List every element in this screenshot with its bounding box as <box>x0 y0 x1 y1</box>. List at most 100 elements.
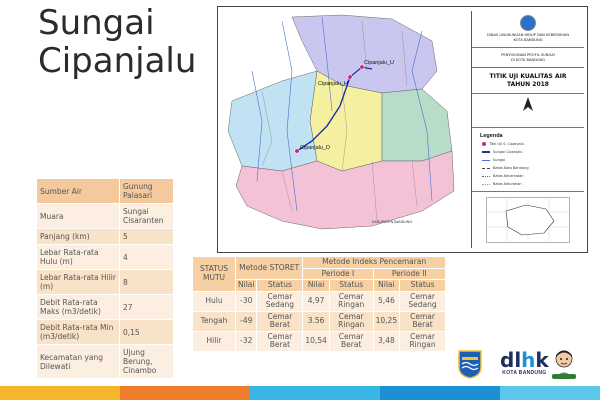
mascot-icon <box>552 350 576 379</box>
table-row: Sumber Air Gunung Palasari <box>36 178 174 204</box>
page-title: Sungai Cipanjalu <box>38 4 196 80</box>
legend-title: Legenda <box>480 133 503 139</box>
info-value: Gunung Palasari <box>119 178 174 204</box>
map-legend-panel: DINAS LINGKUNGAN HIDUP DAN KEBERSIHAN KO… <box>471 11 584 248</box>
p2-status: Cemar Ringan <box>399 330 446 352</box>
pollution-status-table: STATUS MUTU Metode STORET Metode Indeks … <box>192 256 447 352</box>
info-key: Panjang (km) <box>36 228 120 245</box>
table-row: Debit Rata-rata Min (m3/detik) 0,15 <box>36 319 174 345</box>
dlhk-wordmark: dlhk <box>500 348 549 372</box>
info-key: Lebar Rata-rata Hilir (m) <box>36 269 120 295</box>
point-label-u: Cipanjalu_U <box>364 60 394 66</box>
table-row: Hilir -32 Cemar Berat 10,54 Cemar Berat … <box>192 330 446 352</box>
point-label-h: Cipanjalu_H <box>318 81 348 87</box>
north-arrow-icon <box>523 97 533 111</box>
info-key: Lebar Rata-rata Hulu (m) <box>36 244 120 270</box>
info-key: Kecamatan yang Dilewati <box>36 344 120 379</box>
table-header-row: STATUS MUTU Metode STORET Metode Indeks … <box>192 256 446 292</box>
legend-village-border-icon <box>482 183 490 185</box>
map-main-title-line1: TITIK UJI KUALITAS AIR <box>489 73 567 80</box>
header-status-col: Status <box>399 279 446 292</box>
table-row: Muara Sungai Cisaranten <box>36 203 174 229</box>
p1-status: Cemar Berat <box>328 330 374 352</box>
info-value: 8 <box>119 269 174 295</box>
table-row: Panjang (km) 5 <box>36 228 174 245</box>
info-value: Ujung Berung, Cinambo <box>119 344 174 379</box>
legend-district-border-icon <box>482 175 490 177</box>
table-row: Hulu -30 Cemar Sedang 4,97 Cemar Ringan … <box>192 290 446 312</box>
row-name: Tengah <box>192 310 236 332</box>
info-key: Debit Rata-rata Maks (m3/detik) <box>36 294 120 320</box>
dlhk-logo: dlhk KOTA BANDUNG <box>500 350 549 376</box>
legend-river-main-icon <box>482 151 490 153</box>
info-key: Sumber Air <box>36 178 120 204</box>
point-label-d: Cipanjalu_D <box>300 145 330 151</box>
title-line-1: Sungai <box>38 3 155 43</box>
legend-item: Batas Kecamatan <box>482 174 524 178</box>
map-header-line2: KOTA BANDUNG <box>513 38 543 42</box>
p2-value: 3,48 <box>372 330 401 352</box>
header-nilai: Nilai <box>302 279 330 292</box>
storet-status: Cemar Berat <box>256 310 304 332</box>
legend-item: Sungai <box>482 158 505 162</box>
header-status: STATUS MUTU <box>192 256 236 292</box>
legend-item: Batas Kota Bandung <box>482 166 529 170</box>
table-row: Kecamatan yang Dilewati Ujung Berung, Ci… <box>36 344 174 379</box>
storet-status: Cemar Sedang <box>256 290 304 312</box>
p2-value: 5,46 <box>372 290 401 312</box>
header-period-1: Periode I <box>302 267 374 280</box>
info-value: 4 <box>119 244 174 270</box>
map-canvas: Cipanjalu_H Cipanjalu_U Cipanjalu_D KABU… <box>222 11 470 249</box>
p2-value: 10,25 <box>372 310 401 332</box>
p1-value: 3.56 <box>302 310 330 332</box>
sample-point-h <box>347 74 353 80</box>
storet-value: -30 <box>234 290 258 312</box>
table-row: Debit Rata-rata Maks (m3/detik) 27 <box>36 294 174 320</box>
storet-value: -49 <box>234 310 258 332</box>
legend-river-icon <box>482 159 490 161</box>
legend-point-icon <box>482 142 486 146</box>
table-row: Lebar Rata-rata Hilir (m) 8 <box>36 269 174 295</box>
storet-status: Cemar Berat <box>256 330 304 352</box>
table-row: Tengah -49 Cemar Berat 3.56 Cemar Ringan… <box>192 310 446 332</box>
bandung-emblem-icon <box>520 15 536 31</box>
legend-item: Sungai Cipanjalu <box>482 150 522 154</box>
p2-status: Cemar Berat <box>399 310 446 332</box>
header-storet: Metode STORET <box>234 256 304 280</box>
header-nilai: Nilai <box>234 279 258 292</box>
sample-point-d <box>294 148 300 154</box>
p1-status: Cemar Ringan <box>328 290 374 312</box>
table-row: Lebar Rata-rata Hulu (m) 4 <box>36 244 174 270</box>
stripe-segment <box>500 386 600 400</box>
header-status-col: Status <box>328 279 374 292</box>
map-subtitle-line2: DI KOTA BANDUNG <box>511 58 545 62</box>
river-map: Cipanjalu_H Cipanjalu_U Cipanjalu_D KABU… <box>217 6 588 253</box>
header-nilai: Nilai <box>372 279 401 292</box>
p1-status: Cemar Ringan <box>328 310 374 332</box>
inset-map <box>486 197 570 243</box>
info-key: Debit Rata-rata Min (m3/detik) <box>36 319 120 345</box>
header-ip: Metode Indeks Pencemaran <box>302 256 446 269</box>
stripe-segment <box>250 386 380 400</box>
stripe-segment <box>0 386 120 400</box>
legend-item: Batas Kelurahan <box>482 182 522 186</box>
info-value: 0,15 <box>119 319 174 345</box>
bandung-city-emblem-icon <box>458 350 482 379</box>
info-value: 27 <box>119 294 174 320</box>
map-main-title-line2: TAHUN 2018 <box>507 81 549 88</box>
info-value: 5 <box>119 228 174 245</box>
river-info-table: Sumber Air Gunung Palasari Muara Sungai … <box>36 178 174 379</box>
stripe-segment <box>120 386 250 400</box>
stripe-segment <box>380 386 500 400</box>
row-name: Hulu <box>192 290 236 312</box>
p2-status: Cemar Sedang <box>399 290 446 312</box>
bottom-color-stripe <box>0 386 600 400</box>
p1-value: 10,54 <box>302 330 330 352</box>
legend-city-border-icon <box>482 167 490 169</box>
header-period-2: Periode II <box>372 267 447 280</box>
storet-value: -32 <box>234 330 258 352</box>
region-label: KABUPATEN BANDUNG <box>372 220 412 224</box>
legend-item: Titik Uji S. Cipanjalu <box>482 142 524 146</box>
row-name: Hilir <box>192 330 236 352</box>
title-line-2: Cipanjalu <box>38 41 197 81</box>
